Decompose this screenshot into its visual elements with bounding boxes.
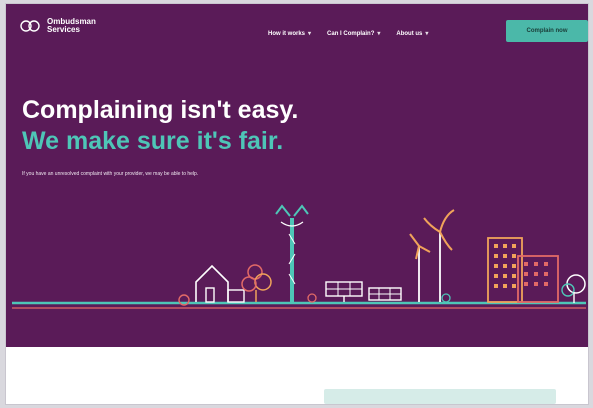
wind-turbine-icon [409,233,431,302]
browser-viewport: Ombudsman Services How it works ▾ Can I … [6,4,588,404]
chevron-down-icon: ▾ [377,31,381,37]
building-icon [487,237,559,303]
chevron-down-icon: ▾ [308,31,312,37]
hero-section: Ombudsman Services How it works ▾ Can I … [6,4,588,347]
nav-how-it-works[interactable]: How it works ▾ [268,30,312,38]
nav-about-us-label: About us [396,30,423,37]
lower-section [6,347,588,404]
main-nav: How it works ▾ Can I Complain? ▾ About u… [268,30,444,38]
logo-mark-icon [20,20,40,32]
logo-text-line2: Services [47,25,80,34]
bush-icon-3 [441,293,451,303]
solar-panel-icon-2 [368,287,402,301]
wind-turbine-icon-2 [423,209,455,302]
complain-now-button[interactable]: Complain now [506,20,588,42]
hero-title-line1: Complaining isn't easy. [22,96,299,124]
hero-title-line2: We make sure it's fair. [22,127,284,155]
chevron-down-icon: ▾ [425,31,429,37]
hero-illustration [12,204,586,309]
tree-icon [241,264,272,302]
mast-icon [275,204,309,302]
house-icon [195,264,245,303]
hero-subtitle: If you have an unresolved complaint with… [22,171,199,177]
content-card [324,389,556,404]
tree-icon-2 [561,274,586,303]
logo-text: Ombudsman Services [47,18,96,34]
nav-about-us[interactable]: About us ▾ [396,30,429,38]
site-logo[interactable]: Ombudsman Services [20,18,96,34]
bush-icon-2 [307,293,317,303]
solar-panel-icon [325,281,363,302]
nav-can-i-complain-label: Can I Complain? [327,30,375,37]
nav-how-it-works-label: How it works [268,30,306,37]
nav-can-i-complain[interactable]: Can I Complain? ▾ [327,30,381,38]
